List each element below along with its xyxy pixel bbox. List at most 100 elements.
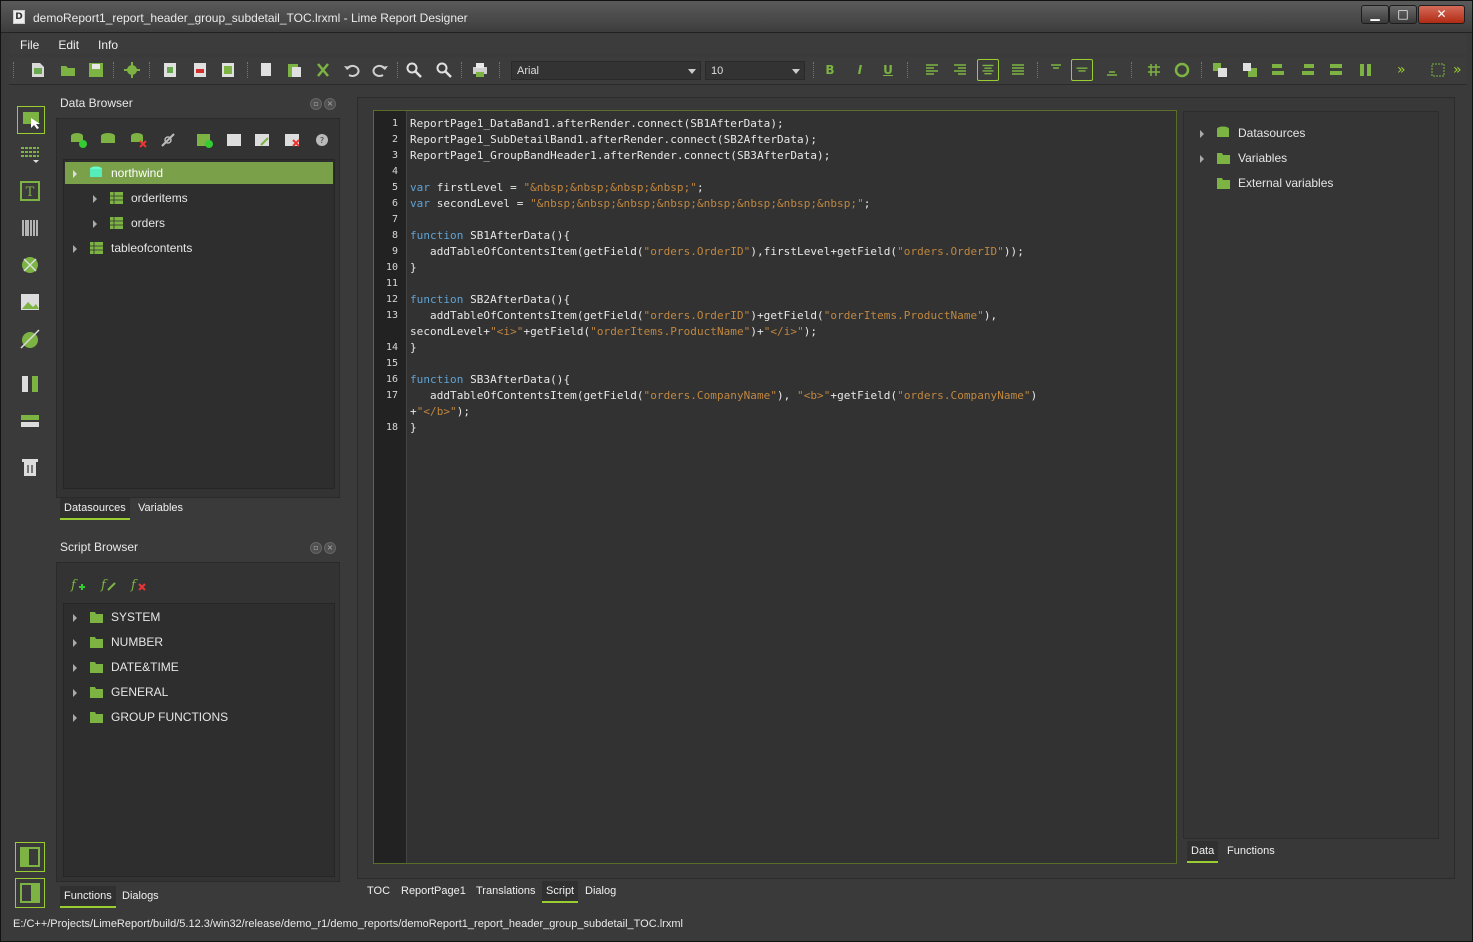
- code-line[interactable]: ReportPage1_SubDetailBand1.afterRender.c…: [410, 133, 817, 146]
- select-tool-icon[interactable]: [17, 106, 45, 134]
- close-button[interactable]: ✕: [1418, 5, 1465, 24]
- link-icon[interactable]: [1173, 61, 1191, 79]
- add-connection-icon[interactable]: [69, 131, 87, 149]
- tree-item-northwind[interactable]: northwind: [65, 162, 333, 184]
- code-line[interactable]: function SB2AfterData(){: [410, 293, 570, 306]
- new-page-icon[interactable]: [161, 61, 179, 79]
- align-justify-icon[interactable]: [1009, 61, 1027, 79]
- code-line[interactable]: ReportPage1_GroupBandHeader1.afterRender…: [410, 149, 830, 162]
- add-function-icon[interactable]: f: [69, 575, 87, 593]
- bring-to-front-icon[interactable]: [1211, 61, 1229, 79]
- view-datasource-icon[interactable]: [225, 131, 243, 149]
- script-editor[interactable]: 1 2 3 4 5 6 7 8 9 10 11 12 13 14 15 16 17 18 ReportPage1_…: [373, 110, 1177, 864]
- code-line[interactable]: addTableOfContentsItem(getField("orders.…: [410, 245, 1024, 258]
- tree-item-tableofcontents[interactable]: tableofcontents: [65, 237, 333, 259]
- edit-connection-icon[interactable]: [99, 131, 117, 149]
- code-line[interactable]: }: [410, 421, 417, 434]
- align-to-right-icon[interactable]: [1299, 61, 1317, 79]
- menu-info[interactable]: Info: [87, 34, 126, 52]
- tab-dialog[interactable]: Dialog: [581, 881, 620, 903]
- align-center-button[interactable]: [977, 59, 999, 81]
- code-line[interactable]: +"</b>");: [410, 405, 470, 418]
- print-icon[interactable]: [471, 61, 489, 79]
- tab-data[interactable]: Data: [1187, 841, 1219, 863]
- delete-connection-icon[interactable]: [129, 131, 147, 149]
- delete-page-icon[interactable]: [191, 61, 209, 79]
- add-dialog-icon[interactable]: [219, 61, 237, 79]
- save-icon[interactable]: [87, 61, 105, 79]
- zoom-out-icon[interactable]: [435, 61, 453, 79]
- code-line[interactable]: ReportPage1_DataBand1.afterRender.connec…: [410, 117, 784, 130]
- connect-icon[interactable]: [159, 131, 177, 149]
- paste-icon[interactable]: [285, 61, 303, 79]
- info-icon[interactable]: ?: [313, 131, 331, 149]
- chart-icon[interactable]: [19, 328, 41, 350]
- code-line[interactable]: var firstLevel = "&nbsp;&nbsp;&nbsp;&nbs…: [410, 181, 704, 194]
- align-middle-button[interactable]: [1071, 59, 1093, 81]
- frame-icon[interactable]: [1429, 61, 1447, 79]
- new-report-icon[interactable]: [29, 61, 47, 79]
- close-panel-icon[interactable]: ×: [324, 98, 336, 110]
- menu-file[interactable]: File: [9, 34, 47, 52]
- tree-item-datetime[interactable]: DATE&TIME: [65, 656, 333, 678]
- code-line[interactable]: addTableOfContentsItem(getField("orders.…: [410, 309, 997, 322]
- tab-script[interactable]: Script: [542, 881, 579, 903]
- minimize-button[interactable]: ▁: [1361, 5, 1389, 24]
- undo-icon[interactable]: [343, 61, 361, 79]
- edit-function-icon[interactable]: f: [99, 575, 117, 593]
- tree-item-general[interactable]: GENERAL: [65, 681, 333, 703]
- add-datasource-icon[interactable]: [195, 131, 213, 149]
- font-family-combo[interactable]: Arial: [511, 61, 701, 80]
- edit-datasource-icon[interactable]: [253, 131, 271, 149]
- band-tool-icon[interactable]: [19, 143, 41, 165]
- code-line[interactable]: }: [410, 341, 417, 354]
- italic-button[interactable]: I: [851, 61, 869, 79]
- tab-toc[interactable]: TOC: [363, 881, 394, 903]
- more-tools-button-2[interactable]: »: [1453, 61, 1471, 79]
- code-line[interactable]: secondLevel+"<i>"+getField("orderItems.P…: [410, 325, 817, 338]
- align-left-icon[interactable]: [923, 61, 941, 79]
- tab-dialogs[interactable]: Dialogs: [118, 886, 163, 908]
- tree-item-orderitems[interactable]: orderitems: [65, 187, 333, 209]
- copy-icon[interactable]: [257, 61, 275, 79]
- align-bottom-icon[interactable]: [1103, 61, 1121, 79]
- align-right-icon[interactable]: [951, 61, 969, 79]
- delete-function-icon[interactable]: f: [129, 575, 147, 593]
- tab-translations[interactable]: Translations: [472, 881, 540, 903]
- tree-item-number[interactable]: NUMBER: [65, 631, 333, 653]
- tree-item-external-variables[interactable]: External variables: [1194, 172, 1434, 194]
- preview-icon[interactable]: [123, 61, 141, 79]
- more-tools-button[interactable]: »: [1397, 61, 1415, 79]
- function-tree[interactable]: SYSTEM NUMBER DATE&TIME GENERAL GROUP FU…: [63, 603, 335, 877]
- text-item-icon[interactable]: T: [19, 180, 41, 202]
- redo-icon[interactable]: [371, 61, 389, 79]
- align-to-left-icon[interactable]: [1269, 61, 1287, 79]
- shape-icon[interactable]: [19, 254, 41, 276]
- tree-item-variables[interactable]: Variables: [1194, 147, 1434, 169]
- tree-item-datasources[interactable]: Datasources: [1194, 122, 1434, 144]
- tree-item-orders[interactable]: orders: [65, 212, 333, 234]
- delete-datasource-icon[interactable]: [283, 131, 301, 149]
- trash-icon[interactable]: [19, 456, 41, 478]
- dock-right-icon[interactable]: [15, 878, 45, 908]
- grid-icon[interactable]: [1145, 61, 1163, 79]
- close-panel-icon[interactable]: ×: [324, 542, 336, 554]
- code-line[interactable]: var secondLevel = "&nbsp;&nbsp;&nbsp;&nb…: [410, 197, 870, 210]
- menu-edit[interactable]: Edit: [47, 34, 87, 52]
- underline-button[interactable]: U: [879, 61, 897, 79]
- code-line[interactable]: function SB3AfterData(){: [410, 373, 570, 386]
- cut-icon[interactable]: [314, 61, 332, 79]
- float-icon[interactable]: ▫: [310, 98, 322, 110]
- tab-functions[interactable]: Functions: [60, 886, 116, 908]
- same-width-icon[interactable]: [1327, 61, 1345, 79]
- align-top-icon[interactable]: [1047, 61, 1065, 79]
- code-line[interactable]: }: [410, 261, 417, 274]
- rows-icon[interactable]: [19, 410, 41, 432]
- datasource-tree[interactable]: northwind orderitems orders tableofconte…: [63, 159, 335, 489]
- tree-item-group-functions[interactable]: GROUP FUNCTIONS: [65, 706, 333, 728]
- tab-reportpage1[interactable]: ReportPage1: [397, 881, 470, 903]
- tab-variables[interactable]: Variables: [134, 498, 187, 520]
- zoom-in-icon[interactable]: [405, 61, 423, 79]
- tree-item-system[interactable]: SYSTEM: [65, 606, 333, 628]
- code-line[interactable]: addTableOfContentsItem(getField("orders.…: [410, 389, 1037, 402]
